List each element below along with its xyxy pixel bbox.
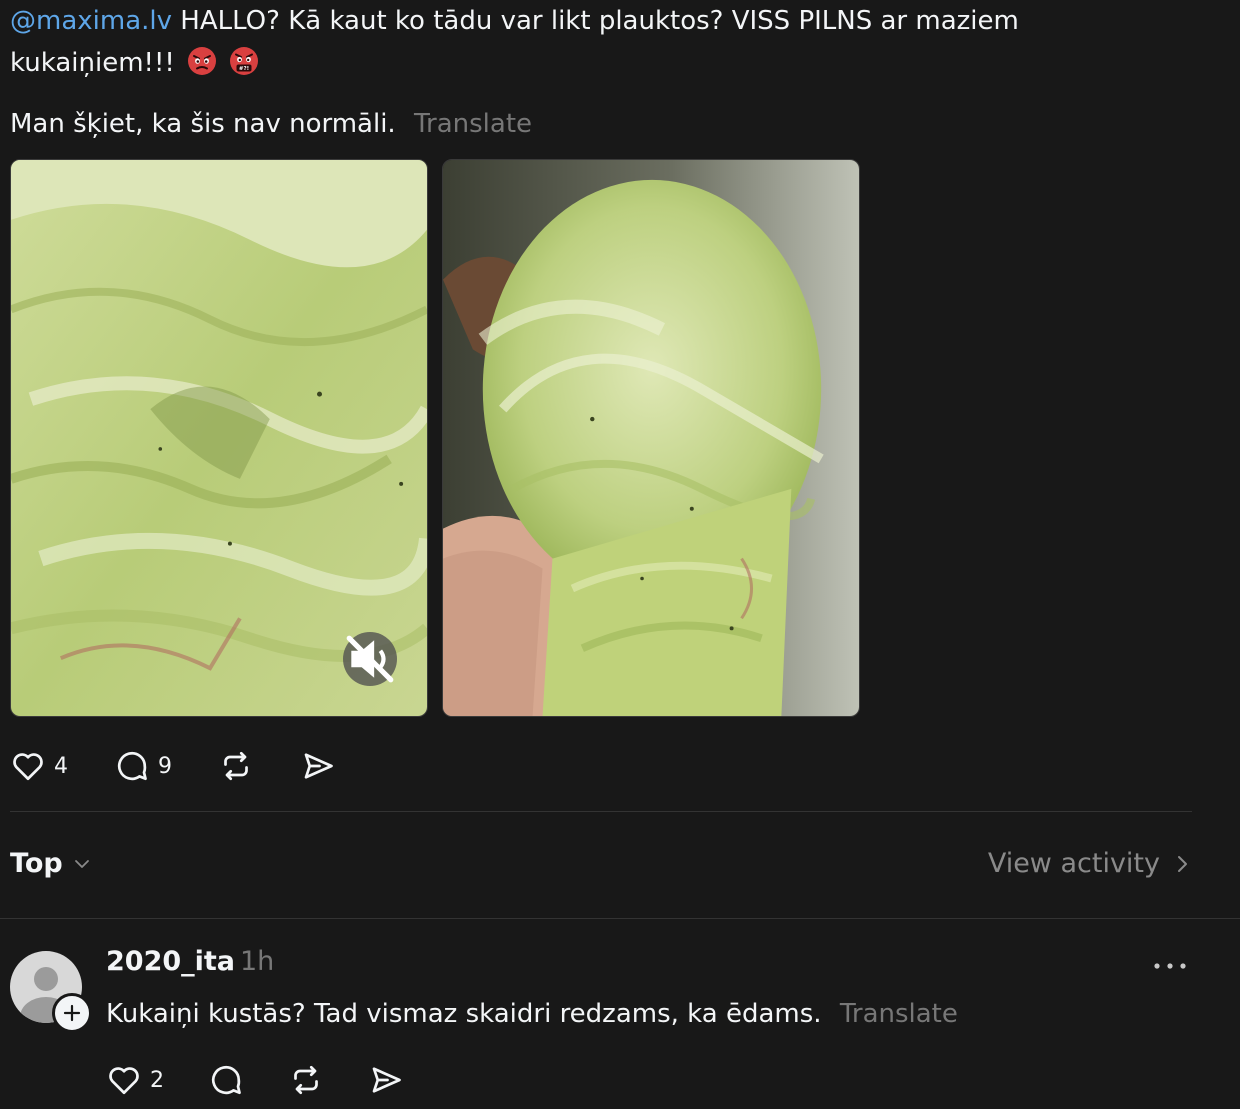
like-count: 2 — [150, 1067, 164, 1093]
more-icon — [1154, 963, 1186, 969]
reply-text: Kukaiņi kustās? Tad vismaz skaidri redza… — [106, 994, 958, 1034]
post-image[interactable] — [442, 159, 860, 717]
share-button[interactable] — [300, 748, 336, 784]
more-button[interactable] — [1152, 954, 1188, 982]
post-actions: 4 9 — [10, 748, 382, 784]
post-text-secondary: Man šķiet, ka šis nav normāli. Translate — [10, 104, 532, 144]
chevron-down-icon — [74, 859, 89, 868]
sort-dropdown[interactable]: Top — [10, 848, 91, 879]
post-text: @maxima.lv HALLO? Kā kaut ko tādu var li… — [10, 0, 1110, 84]
translate-link[interactable]: Translate — [840, 999, 958, 1029]
lettuce-in-hand-image — [443, 160, 859, 716]
heart-icon — [109, 1067, 139, 1095]
follow-button[interactable] — [52, 993, 92, 1033]
comment-icon — [211, 1065, 241, 1095]
repost-icon — [224, 751, 248, 781]
like-button[interactable]: 2 — [106, 1062, 164, 1098]
post-text-line2: kukaiņiem!!! — [10, 48, 175, 78]
like-count: 4 — [54, 753, 68, 779]
post-text-2: Man šķiet, ka šis nav normāli. — [10, 109, 396, 139]
divider — [0, 918, 1240, 919]
translate-link[interactable]: Translate — [414, 109, 532, 139]
view-activity-link[interactable]: View activity — [988, 848, 1190, 879]
comment-button[interactable] — [208, 1062, 244, 1098]
share-icon — [372, 1067, 401, 1093]
post-text-line1: HALLO? Kā kaut ko tādu var likt plauktos… — [172, 6, 1019, 36]
reply-actions: 2 — [106, 1062, 448, 1098]
plus-icon — [63, 1004, 81, 1022]
chevron-right-icon — [1178, 855, 1187, 872]
repost-button[interactable] — [288, 1062, 324, 1098]
svg-text:#?!: #?! — [239, 66, 249, 72]
share-icon — [304, 753, 333, 779]
divider — [10, 811, 1192, 812]
heart-icon — [13, 753, 43, 781]
cursing-face-emoji: #?! — [230, 47, 259, 75]
sort-label: Top — [10, 848, 63, 879]
post-video[interactable] — [10, 159, 428, 717]
avatar[interactable] — [10, 951, 92, 1033]
like-button[interactable]: 4 — [10, 748, 68, 784]
repost-icon — [294, 1065, 318, 1095]
angry-face-emoji — [188, 47, 217, 75]
thread-post: @maxima.lv HALLO? Kā kaut ko tādu var li… — [0, 0, 1240, 1109]
reply-body: Kukaiņi kustās? Tad vismaz skaidri redza… — [106, 999, 822, 1029]
comment-button[interactable]: 9 — [114, 748, 172, 784]
comment-count: 9 — [158, 753, 172, 779]
mute-button[interactable] — [343, 632, 397, 686]
share-button[interactable] — [368, 1062, 404, 1098]
reply-timestamp: 1h — [240, 946, 275, 977]
reply-username[interactable]: 2020_ita — [106, 946, 235, 977]
repost-button[interactable] — [218, 748, 254, 784]
mention-link[interactable]: @maxima.lv — [10, 6, 172, 36]
comment-icon — [117, 751, 147, 781]
view-activity-label: View activity — [987, 848, 1160, 879]
mute-icon — [346, 635, 394, 683]
